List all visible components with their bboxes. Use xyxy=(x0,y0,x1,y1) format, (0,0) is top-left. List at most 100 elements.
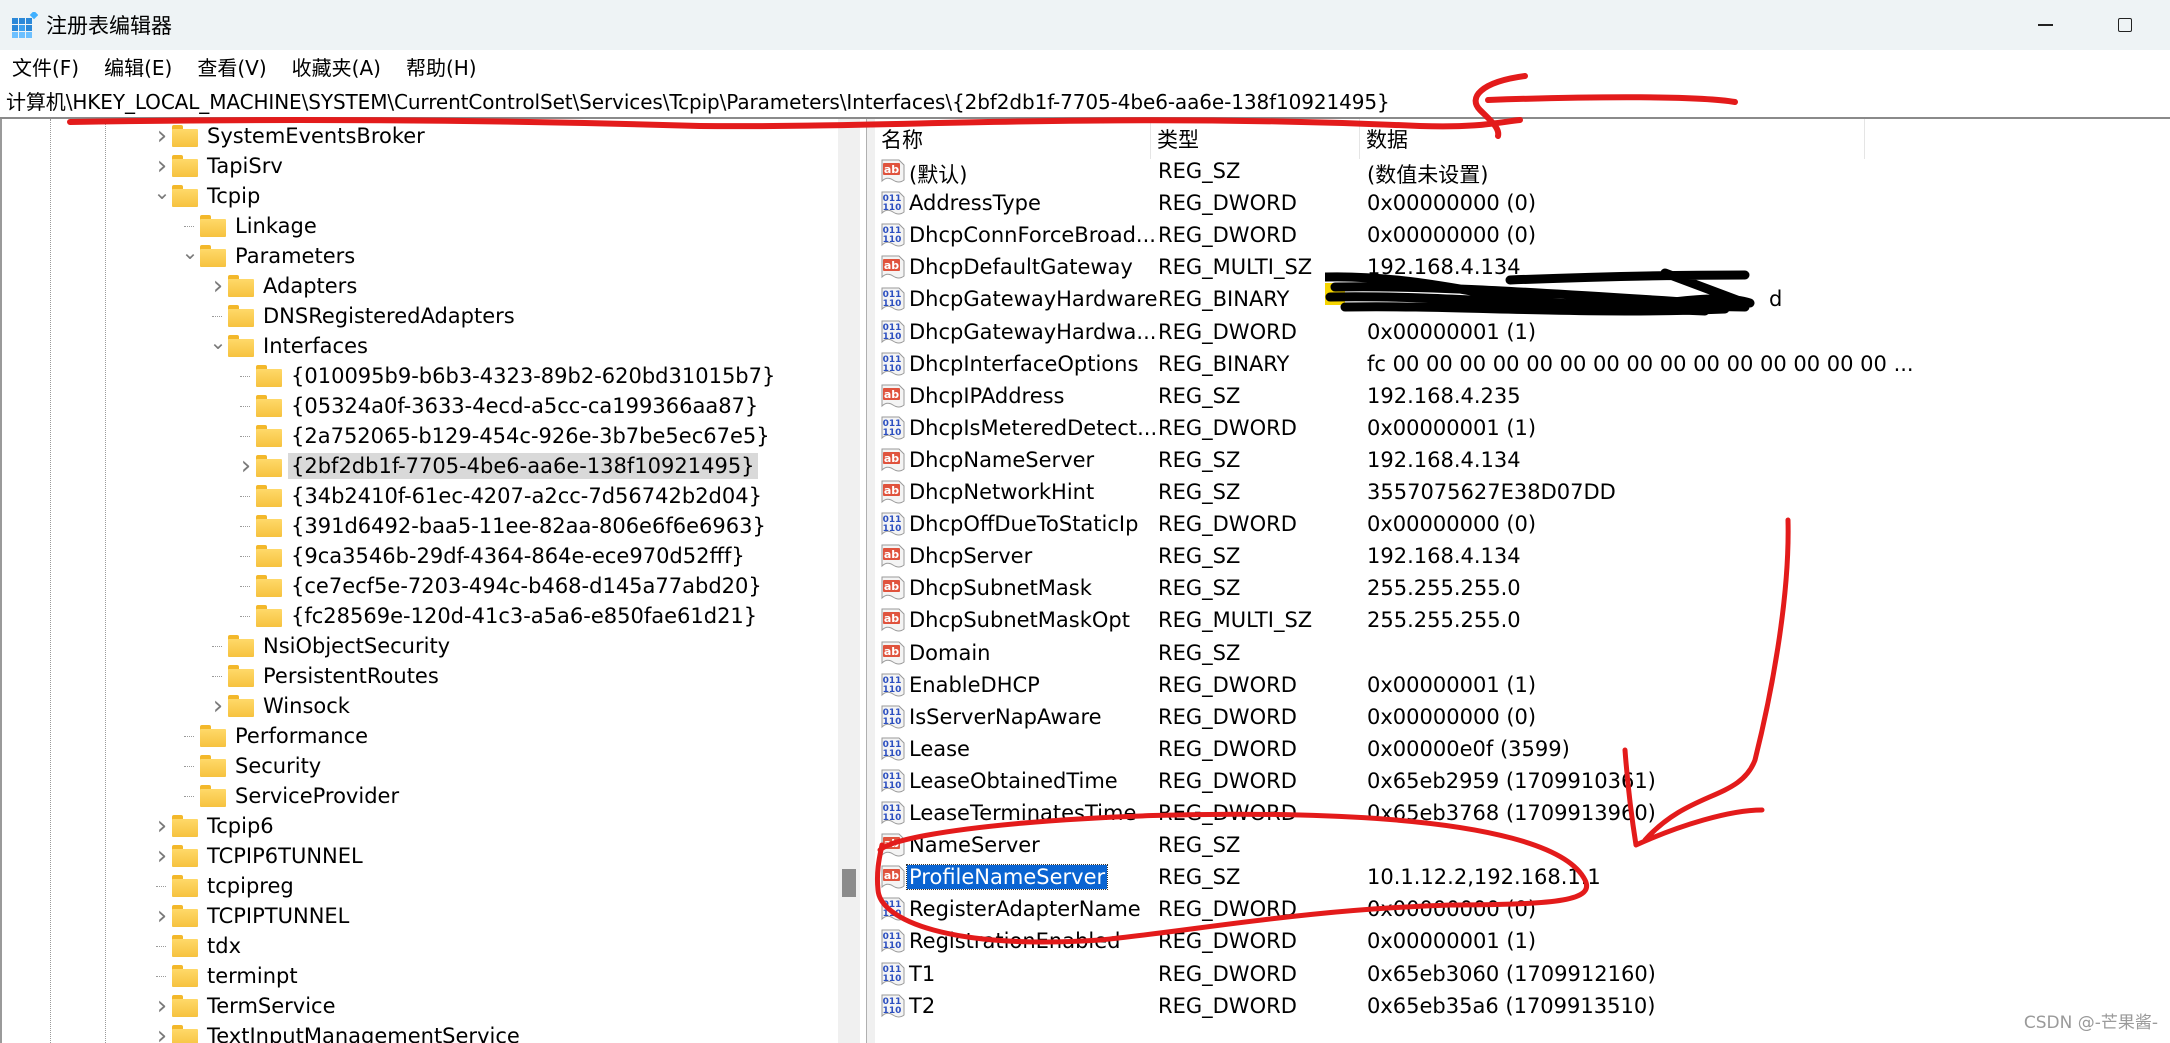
values-list[interactable]: 名称 类型 数据 ab (默认) REG_SZ (数值未设置) 011 110 Addres… xyxy=(875,119,2170,1043)
tree-item[interactable]: Performance xyxy=(180,721,371,751)
value-row[interactable]: 011 110 DhcpGatewayHardwa... REG_DWORD 0x000… xyxy=(875,317,2170,349)
tree-item[interactable]: {2a752065-b129-454c-926e-3b7be5ec67e5} xyxy=(236,421,773,451)
tree-item[interactable]: › TCPIP6TUNNEL xyxy=(152,841,366,871)
tree-item[interactable]: ServiceProvider xyxy=(180,781,402,811)
chevron-right-icon[interactable]: › xyxy=(236,451,256,481)
tree-item-label: {34b2410f-61ec-4207-a2cc-7d56742b2d04} xyxy=(291,484,762,508)
value-row[interactable]: 011 110 AddressType REG_DWORD 0x00000000 (0) xyxy=(875,188,2170,220)
value-row[interactable]: 011 110 DhcpIsMeteredDetect... REG_DWORD 0x0… xyxy=(875,413,2170,445)
tree-item[interactable]: {05324a0f-3633-4ecd-a5cc-ca199366aa87} xyxy=(236,391,761,421)
value-row[interactable]: 011 110 DhcpGatewayHardware REG_BINARY d xyxy=(875,284,2170,316)
tree-item[interactable]: › TermService xyxy=(152,991,339,1021)
tree-item[interactable]: › Adapters xyxy=(208,271,360,301)
value-data: 255.255.255.0 xyxy=(1367,608,1521,633)
value-row[interactable]: ab DhcpIPAddress REG_SZ 192.168.4.235 xyxy=(875,381,2170,413)
value-row[interactable]: 011 110 RegistrationEnabled REG_DWORD 0x0000… xyxy=(875,926,2170,958)
tree-scrollbar[interactable] xyxy=(838,119,860,1043)
chevron-down-icon[interactable]: ⌄ xyxy=(180,237,200,267)
value-row[interactable]: ab DhcpServer REG_SZ 192.168.4.134 xyxy=(875,541,2170,573)
tree-item[interactable]: › TextInputManagementService xyxy=(152,1021,523,1043)
tree-item[interactable]: tcpipreg xyxy=(152,871,297,901)
value-row[interactable]: ab ProfileNameServer REG_SZ 10.1.12.2,192.1… xyxy=(875,862,2170,894)
chevron-right-icon[interactable]: › xyxy=(208,691,228,721)
tree-item[interactable]: Linkage xyxy=(180,211,320,241)
chevron-right-icon[interactable]: › xyxy=(152,1021,172,1043)
address-path[interactable]: 计算机\HKEY_LOCAL_MACHINE\SYSTEM\CurrentCon… xyxy=(0,86,1390,115)
value-row[interactable]: 011 110 EnableDHCP REG_DWORD 0x00000001 (1) xyxy=(875,670,2170,702)
tree-item[interactable]: ⌄ Parameters xyxy=(180,240,358,271)
tree-item[interactable]: Security xyxy=(180,751,324,781)
value-row[interactable]: ab NameServer REG_SZ xyxy=(875,830,2170,862)
menu-favorites[interactable]: 收藏夹(A) xyxy=(280,52,393,81)
tree-item[interactable]: ⌄ Interfaces xyxy=(208,330,371,361)
svg-text:ab: ab xyxy=(884,869,899,882)
value-data: 0x00000000 (0) xyxy=(1367,191,1537,216)
tree-item[interactable]: {9ca3546b-29df-4364-864e-ece970d52fff} xyxy=(236,541,748,571)
tree-connector-line xyxy=(156,975,166,977)
tree-item[interactable]: › Winsock xyxy=(208,691,353,721)
column-header-type-label: 类型 xyxy=(1157,128,1199,152)
value-data: 192.168.4.134 xyxy=(1367,544,1521,569)
tree-scrollbar-thumb[interactable] xyxy=(842,869,856,897)
tree-item[interactable]: DNSRegisteredAdapters xyxy=(208,301,518,331)
value-row[interactable]: 011 110 LeaseTerminatesTime REG_DWORD 0x65eb… xyxy=(875,798,2170,830)
column-header-type[interactable]: 类型 xyxy=(1151,119,1360,159)
chevron-right-icon[interactable]: › xyxy=(208,271,228,301)
value-row[interactable]: ab DhcpSubnetMask REG_SZ 255.255.255.0 xyxy=(875,573,2170,605)
maximize-button[interactable] xyxy=(2090,0,2160,50)
value-row[interactable]: 011 110 DhcpConnForceBroad... REG_DWORD 0x00… xyxy=(875,220,2170,252)
value-row[interactable]: 011 110 LeaseObtainedTime REG_DWORD 0x65eb29… xyxy=(875,766,2170,798)
tree-item[interactable]: PersistentRoutes xyxy=(208,661,442,691)
tree-item[interactable]: terminpt xyxy=(152,961,301,991)
tree-item[interactable]: › TapiSrv xyxy=(152,151,286,181)
value-row[interactable]: ab DhcpNameServer REG_SZ 192.168.4.134 xyxy=(875,445,2170,477)
chevron-down-icon[interactable]: ⌄ xyxy=(152,177,172,207)
tree-item[interactable]: tdx xyxy=(152,931,244,961)
menu-help[interactable]: 帮助(H) xyxy=(394,52,489,81)
chevron-down-icon[interactable]: ⌄ xyxy=(208,327,228,357)
value-data-redacted: d xyxy=(1769,287,1783,312)
tree-item[interactable]: {fc28569e-120d-41c3-a5a6-e850fae61d21} xyxy=(236,601,760,631)
value-row[interactable]: ab (默认) REG_SZ (数值未设置) xyxy=(875,156,2170,188)
tree-connector xyxy=(236,481,256,511)
value-row[interactable]: ab Domain REG_SZ xyxy=(875,638,2170,670)
tree-item[interactable]: › SystemEventsBroker xyxy=(152,121,428,151)
tree-item[interactable]: {010095b9-b6b3-4323-89b2-620bd31015b7} xyxy=(236,361,778,391)
tree-item[interactable]: › {2bf2db1f-7705-4be6-aa6e-138f10921495} xyxy=(236,451,758,481)
chevron-right-icon[interactable]: › xyxy=(152,811,172,841)
menu-view[interactable]: 查看(V) xyxy=(185,52,278,81)
value-row[interactable]: 011 110 IsServerNapAware REG_DWORD 0x0000000… xyxy=(875,702,2170,734)
svg-text:110: 110 xyxy=(883,717,902,727)
tree-item[interactable]: ⌄ Tcpip xyxy=(152,180,263,211)
column-header-data[interactable]: 数据 xyxy=(1360,119,1865,159)
tree-item[interactable]: NsiObjectSecurity xyxy=(208,631,453,661)
value-row[interactable]: 011 110 T1 REG_DWORD 0x65eb3060 (1709912160) xyxy=(875,959,2170,991)
value-row[interactable]: 011 110 T2 REG_DWORD 0x65eb35a6 (1709913510) xyxy=(875,991,2170,1023)
value-row[interactable]: 011 110 Lease REG_DWORD 0x00000e0f (3599) xyxy=(875,734,2170,766)
folder-icon xyxy=(172,125,198,147)
value-row[interactable]: ab DhcpDefaultGateway REG_MULTI_SZ 192.168.… xyxy=(875,252,2170,284)
key-tree[interactable]: › SystemEventsBroker › TapiSrv ⌄ Tcpip Linkage… xyxy=(0,119,868,1043)
minimize-button[interactable] xyxy=(2010,0,2080,50)
tree-item[interactable]: › TCPIPTUNNEL xyxy=(152,901,352,931)
value-row[interactable]: ab DhcpNetworkHint REG_SZ 3557075627E38D07D… xyxy=(875,477,2170,509)
chevron-right-icon[interactable]: › xyxy=(152,991,172,1021)
value-row[interactable]: 011 110 RegisterAdapterName REG_DWORD 0x0000… xyxy=(875,894,2170,926)
value-row[interactable]: ab DhcpSubnetMaskOpt REG_MULTI_SZ 255.255.2… xyxy=(875,605,2170,637)
value-name: IsServerNapAware xyxy=(909,704,1102,729)
column-header-name[interactable]: 名称 xyxy=(875,119,1151,159)
folder-icon xyxy=(256,425,282,447)
value-row[interactable]: 011 110 DhcpOffDueToStaticIp REG_DWORD 0x000… xyxy=(875,509,2170,541)
address-bar[interactable]: 计算机\HKEY_LOCAL_MACHINE\SYSTEM\CurrentCon… xyxy=(0,83,2170,119)
tree-item[interactable]: › Tcpip6 xyxy=(152,811,277,841)
value-row[interactable]: 011 110 DhcpInterfaceOptions REG_BINARY fc 0… xyxy=(875,349,2170,381)
chevron-right-icon[interactable]: › xyxy=(152,841,172,871)
chevron-right-icon[interactable]: › xyxy=(152,901,172,931)
menu-file[interactable]: 文件(F) xyxy=(0,52,91,81)
tree-item[interactable]: {34b2410f-61ec-4207-a2cc-7d56742b2d04} xyxy=(236,481,765,511)
menu-edit[interactable]: 编辑(E) xyxy=(92,52,184,81)
tree-item[interactable]: {391d6492-baa5-11ee-82aa-806e6f6e6963} xyxy=(236,511,769,541)
chevron-right-icon[interactable]: › xyxy=(152,121,172,151)
value-name: DhcpGatewayHardware xyxy=(909,287,1158,312)
tree-item[interactable]: {ce7ecf5e-7203-494c-b468-d145a77abd20} xyxy=(236,571,765,601)
